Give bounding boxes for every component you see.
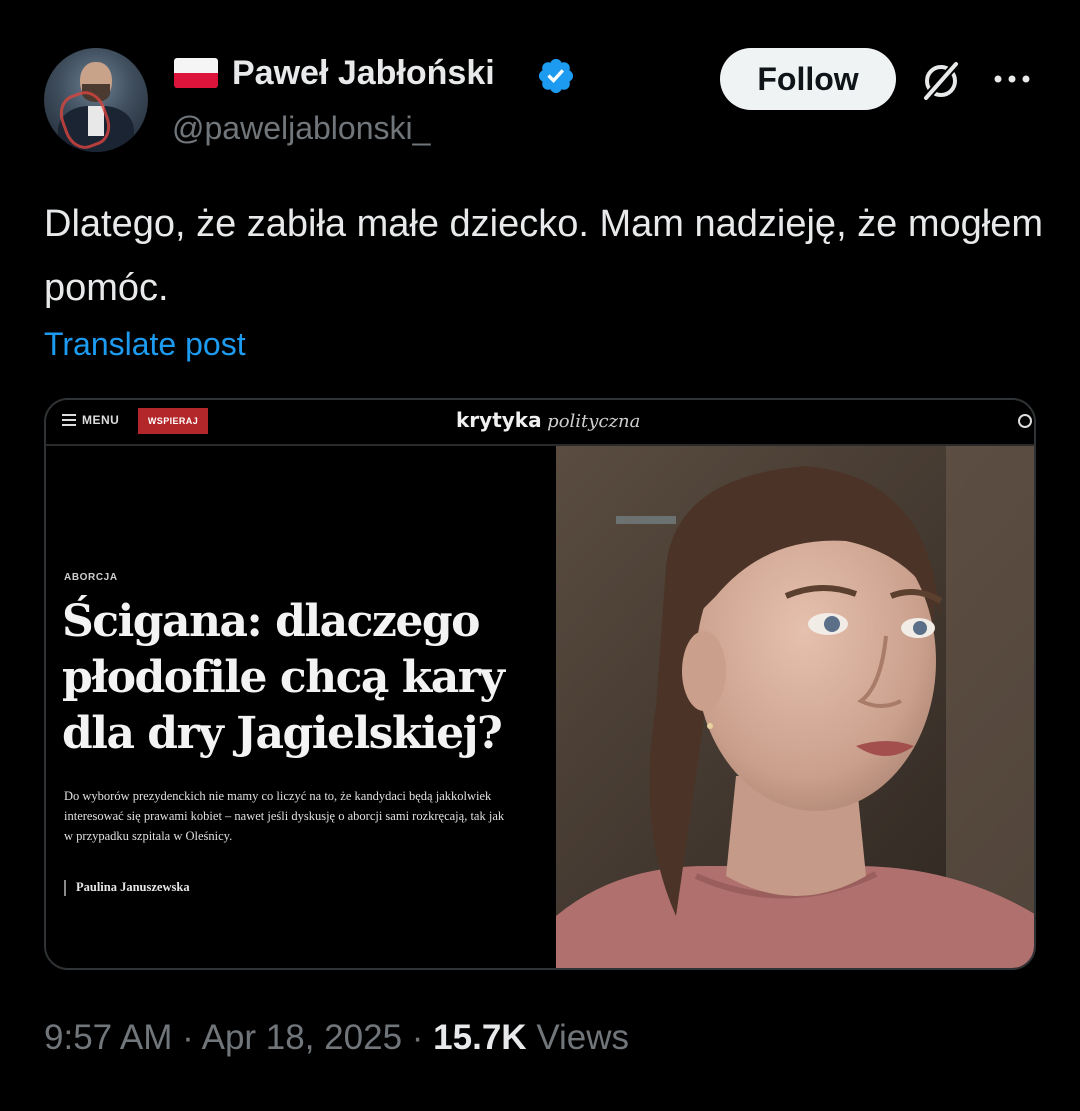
site-logo: krytyka polityczna (456, 408, 640, 433)
translate-post-link[interactable]: Translate post (44, 326, 246, 363)
support-button: WSPIERAJ (138, 408, 208, 434)
site-logo-bold: krytyka (456, 408, 542, 432)
media-image[interactable]: MENU WSPIERAJ krytyka polityczna ABORCJA… (44, 398, 1036, 970)
search-icon (1018, 414, 1032, 428)
more-icon[interactable] (990, 64, 1034, 94)
article-photo (556, 446, 1034, 968)
site-header: MENU WSPIERAJ krytyka polityczna (46, 400, 1034, 446)
menu-label: MENU (82, 413, 120, 427)
follow-button[interactable]: Follow (720, 48, 896, 110)
post-meta: 9:57 AM · Apr 18, 2025 · 15.7K Views (44, 1018, 629, 1058)
author-handle[interactable]: @paweljablonski_ (172, 110, 430, 147)
author-divider (64, 880, 66, 896)
meta-separator: · (182, 1018, 194, 1057)
views-label: Views (536, 1018, 630, 1057)
menu-icon (62, 414, 76, 426)
avatar[interactable] (44, 48, 148, 152)
article-author: Paulina Januszewska (76, 880, 190, 894)
post-date[interactable]: Apr 18, 2025 (202, 1018, 402, 1057)
post-time[interactable]: 9:57 AM (44, 1018, 172, 1057)
article-headline: Ścigana: dlaczego płodofile chcą kary dl… (62, 596, 505, 759)
grok-icon[interactable] (918, 58, 964, 104)
author-name[interactable]: Paweł Jabłoński (232, 54, 495, 93)
poland-flag-icon (174, 58, 218, 88)
meta-separator: · (411, 1018, 424, 1057)
article-category: ABORCJA (64, 572, 118, 583)
post-text: Dlatego, że zabiła małe dziecko. Mam nad… (44, 203, 1044, 309)
article-panel: ABORCJA Ścigana: dlaczego płodofile chcą… (46, 446, 556, 968)
tweet-page: Paweł Jabłoński @paweljablonski_ Follow … (0, 0, 1080, 1111)
article-lead: Do wyborów prezydenckich nie mamy co lic… (64, 789, 505, 843)
views-count: 15.7K (433, 1018, 527, 1057)
verified-badge-icon (538, 58, 574, 94)
site-logo-light: polityczna (547, 411, 641, 432)
